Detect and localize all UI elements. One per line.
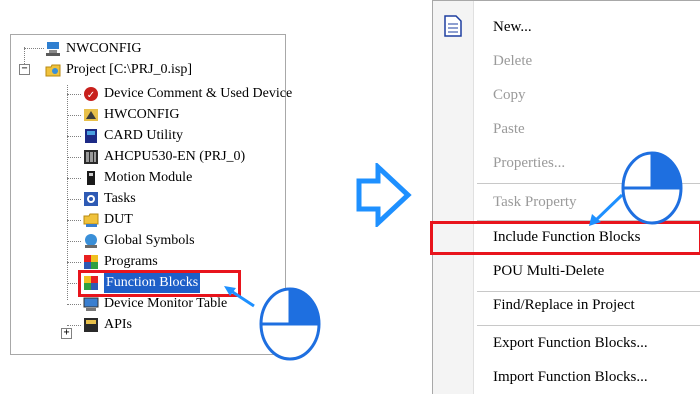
menu-item-find-replace[interactable]: Find/Replace in Project [493,297,635,314]
menu-item-copy[interactable]: Copy [493,87,526,104]
menu-item-pou-multi-delete[interactable]: POU Multi-Delete [493,263,604,280]
menu-item-paste[interactable]: Paste [493,121,525,138]
tree-item-label: APIs [104,317,133,332]
tree-item-label: HWCONFIG [104,107,180,122]
cpu-module-icon [84,150,98,164]
tree-connector [24,48,44,49]
tree-connector [67,178,81,179]
global-symbols-icon [85,234,97,248]
apis-icon [84,318,98,332]
collapse-toggle[interactable]: − [19,64,30,75]
tree-item-label: CARD Utility [104,128,183,143]
tree-connector [67,136,81,137]
tree-item-label: Tasks [104,191,136,206]
tree-item-label: Motion Module [104,170,193,185]
tree-connector [67,115,81,116]
network-config-icon [46,42,60,56]
programs-icon [84,255,98,269]
tasks-icon [84,192,98,206]
tree-item-label: NWCONFIG [66,41,142,56]
menu-item-task-property[interactable]: Task Property [493,194,577,211]
tree-connector [67,241,81,242]
hwconfig-icon [84,109,98,121]
menu-separator [477,291,700,292]
mouse-right-click-icon [621,151,683,225]
tree-connector [67,262,81,263]
highlight-box [78,270,241,297]
tree-connector [67,220,81,221]
pointer-arrow-icon [224,286,255,308]
highlight-box [430,221,700,255]
device-comment-icon: ✓ [84,87,98,101]
tree-connector [67,85,68,300]
menu-item-delete[interactable]: Delete [493,53,532,70]
tree-item-label: AHCPU530-EN (PRJ_0) [104,149,246,164]
tree-item-label: Programs [104,254,158,269]
right-arrow-icon [356,163,412,227]
tree-item-label: Global Symbols [104,233,195,248]
tree-item-label: Device Monitor Table [104,296,228,311]
menu-item-new[interactable]: New... [493,19,532,36]
monitor-table-icon [83,297,99,311]
card-icon [85,129,97,143]
mouse-right-click-icon [259,287,321,361]
dut-folder-icon [83,213,99,227]
tree-item-label: Device Comment & Used Device [104,86,293,101]
new-document-icon [444,15,462,37]
project-folder-icon [45,64,61,77]
svg-text:✓: ✓ [87,90,95,101]
tree-connector [67,157,81,158]
tree-connector [67,94,81,95]
menu-item-properties[interactable]: Properties... [493,155,565,172]
expand-toggle[interactable]: + [61,328,72,339]
tree-connector [67,304,81,305]
menu-icon-gutter [433,1,474,394]
menu-item-export-function-blocks[interactable]: Export Function Blocks... [493,335,648,352]
menu-separator [477,325,700,326]
menu-item-import-function-blocks[interactable]: Import Function Blocks... [493,369,648,386]
tree-item-label: DUT [104,212,133,227]
tree-connector [67,199,81,200]
tree-item-label: Project [C:\PRJ_0.isp] [66,62,193,77]
tree-connector [67,325,81,326]
motion-module-icon [87,171,95,185]
